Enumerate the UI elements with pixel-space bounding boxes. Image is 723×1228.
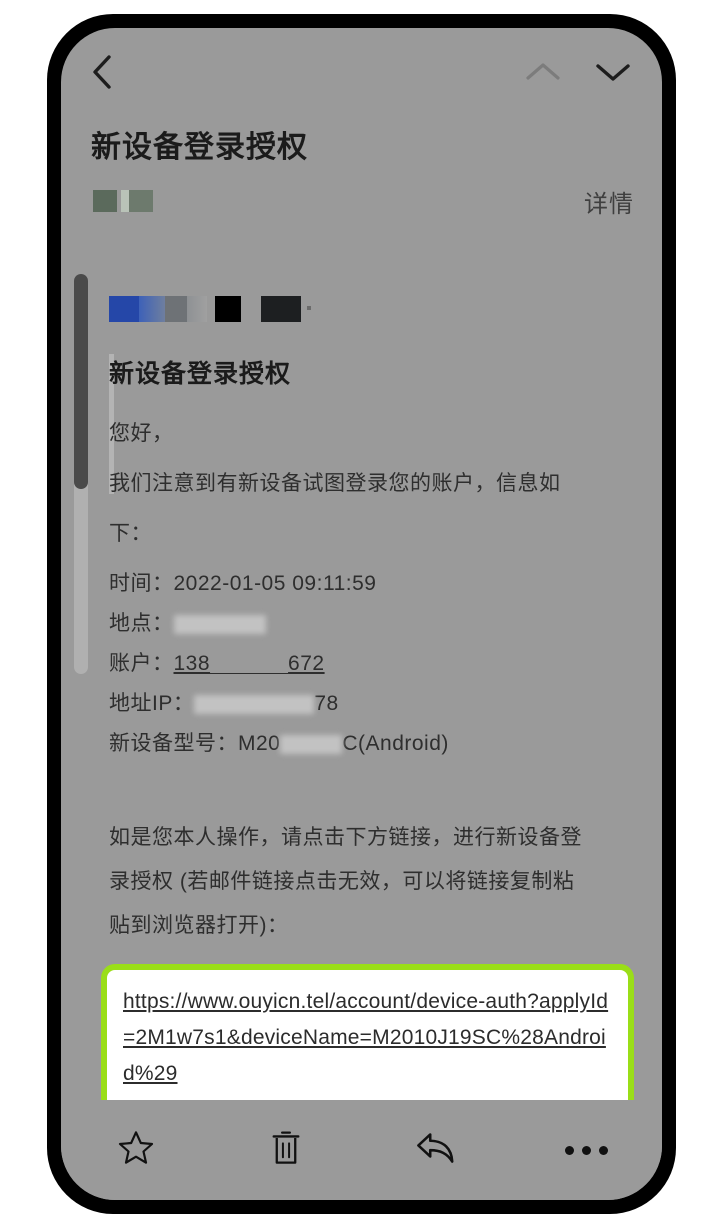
redaction-block — [129, 190, 153, 212]
greeting-text: 您好， — [109, 422, 174, 445]
redaction-block — [139, 296, 165, 322]
instruction-line-3: 贴到浏览器打开)： — [109, 914, 289, 937]
ip-suffix: 78 — [314, 692, 339, 715]
chevron-down-icon[interactable] — [594, 60, 632, 89]
scrollbar-thumb[interactable] — [74, 274, 88, 489]
device-value-redacted — [280, 734, 343, 754]
location-value-redacted — [173, 614, 266, 634]
instruction-line-2: 录授权 (若邮件链接点击无效，可以将链接复制粘 — [109, 870, 575, 893]
chevron-up-icon[interactable] — [524, 60, 562, 89]
redaction-block — [307, 306, 311, 310]
ip-label: 地址IP： — [109, 692, 195, 715]
message-body-region: 新设备登录授权 您好， 我们注意到有新设备试图登录您的账户，信息如 下： 时间：… — [61, 244, 662, 1100]
sender-name-redacted — [93, 190, 153, 212]
redaction-block — [109, 296, 139, 322]
info-row-ip: 地址IP： 78 — [109, 686, 628, 722]
delete-button[interactable] — [251, 1120, 321, 1180]
info-row-time: 时间：2022-01-05 09:11:59 — [109, 566, 628, 602]
top-navigation-bar — [61, 28, 662, 100]
page-title: 新设备登录授权 — [91, 131, 308, 164]
time-value: 2022-01-05 09:11:59 — [173, 572, 377, 595]
redaction-block — [121, 190, 129, 212]
redaction-block — [215, 296, 241, 322]
device-suffix: C(Android) — [342, 732, 449, 755]
chevron-left-icon[interactable] — [91, 54, 113, 95]
device-auth-link[interactable]: https://www.ouyicn.tel/account/device-au… — [123, 984, 612, 1092]
redaction-block — [165, 296, 187, 322]
phone-frame: 新设备登录授权 详情 新设备登录授权 您好， 我们注意到有新设备试图登录您的账户… — [47, 14, 676, 1214]
intro-line-2: 下： — [109, 522, 152, 545]
info-row-account: 账户：138 672 — [109, 646, 628, 682]
redaction-block — [93, 190, 117, 212]
mail-content: 新设备登录授权 您好， 我们注意到有新设备试图登录您的账户，信息如 下： 时间：… — [101, 354, 634, 1100]
device-label: 新设备型号： — [109, 732, 238, 755]
more-dots-icon — [565, 1145, 609, 1155]
account-mask — [210, 654, 289, 675]
account-prefix: 138 — [173, 652, 211, 675]
instruction-line-1: 如是您本人操作，请点击下方链接，进行新设备登 — [109, 826, 582, 849]
location-label: 地点： — [109, 612, 174, 635]
redaction-block — [187, 296, 207, 322]
star-icon — [116, 1128, 156, 1173]
reply-arrow-icon — [415, 1129, 459, 1172]
ip-value-redacted — [194, 694, 315, 714]
mail-heading: 新设备登录授权 — [109, 360, 292, 388]
redaction-block — [261, 296, 301, 322]
info-row-device: 新设备型号：M20 C(Android) — [109, 726, 628, 762]
info-row-location: 地点： — [109, 606, 628, 642]
account-suffix: 672 — [288, 652, 325, 675]
more-options-button[interactable] — [552, 1120, 622, 1180]
phone-screen: 新设备登录授权 详情 新设备登录授权 您好， 我们注意到有新设备试图登录您的账户… — [61, 28, 662, 1200]
device-prefix: M20 — [238, 732, 281, 755]
intro-line-1: 我们注意到有新设备试图登录您的账户，信息如 — [109, 472, 561, 495]
trash-icon — [267, 1128, 305, 1173]
link-highlight-box: https://www.ouyicn.tel/account/device-au… — [101, 964, 634, 1100]
reply-button[interactable] — [402, 1120, 472, 1180]
details-link[interactable]: 详情 — [584, 184, 634, 219]
bottom-toolbar — [61, 1100, 662, 1200]
instruction-block: 如是您本人操作，请点击下方链接，进行新设备登 录授权 (若邮件链接点击无效，可以… — [109, 816, 628, 948]
time-label: 时间： — [109, 572, 174, 595]
account-label: 账户： — [109, 652, 174, 675]
favorite-button[interactable] — [101, 1120, 171, 1180]
